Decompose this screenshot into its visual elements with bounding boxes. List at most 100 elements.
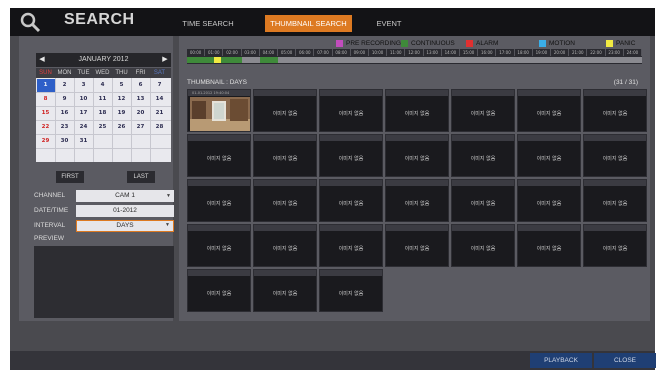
calendar-day[interactable]: 28 [151,121,169,134]
thumbnail-tile[interactable]: 이미지 없음 [253,179,317,222]
calendar-day[interactable]: 17 [75,107,93,120]
thumbnail-tile[interactable]: 이미지 없음 [385,134,449,177]
tab-thumbnail-search[interactable]: THUMBNAIL SEARCH [265,15,352,32]
calendar-day[interactable]: 7 [151,79,169,92]
thumbnail-timestamp [188,270,250,276]
calendar-day[interactable]: 31 [75,135,93,148]
calendar-day[interactable]: 15 [37,107,55,120]
calendar-day[interactable]: 9 [56,93,74,106]
calendar-day [113,135,131,148]
calendar-day[interactable]: 25 [94,121,112,134]
next-month-icon[interactable]: ▶ [159,53,171,67]
thumbnail-timestamp [452,135,514,141]
thumbnail-tile[interactable]: 이미지 없음 [253,89,317,132]
calendar-day[interactable]: 21 [151,107,169,120]
calendar-day[interactable]: 11 [94,93,112,106]
calendar-day[interactable]: 16 [56,107,74,120]
no-image-label: 이미지 없음 [404,111,430,117]
thumbnail-tile[interactable]: 이미지 없음 [583,224,647,267]
calendar-day[interactable]: 22 [37,121,55,134]
thumbnail-tile[interactable]: 이미지 없음 [253,269,317,312]
tab-time-search[interactable]: TIME SEARCH [178,15,238,32]
calendar-day[interactable]: 26 [113,121,131,134]
thumbnail-tile[interactable]: 이미지 없음 [253,134,317,177]
thumbnail-tile[interactable]: 이미지 없음 [187,269,251,312]
no-image-label: 이미지 없음 [338,246,364,252]
calendar-day[interactable]: 14 [151,93,169,106]
timeline-bar[interactable]: 00:00 01:00 02:00 03:00 04:00 05:00 06:00 07:00… [187,49,642,64]
calendar-day[interactable]: 30 [56,135,74,148]
prev-month-icon[interactable]: ◀ [36,53,48,67]
no-image-label: 이미지 없음 [206,246,232,252]
calendar-day [151,149,169,162]
thumbnail-tile[interactable]: 이미지 없음 [187,134,251,177]
legend-swatch [336,39,343,47]
timeline-track[interactable] [187,57,642,63]
thumbnail-tile[interactable]: 이미지 없음 [319,134,383,177]
datetime-field[interactable]: 01-2012 [76,205,174,217]
timeline-segment [214,57,222,63]
close-button[interactable]: CLOSE [594,353,656,368]
thumbnail-tile[interactable]: 이미지 없음 [451,134,515,177]
calendar-day[interactable]: 29 [37,135,55,148]
timeline-hour-label: 24:00 [624,49,642,56]
calendar-day[interactable]: 6 [132,79,150,92]
calendar-day[interactable]: 20 [132,107,150,120]
thumbnail-tile[interactable]: 이미지 없음 [319,224,383,267]
thumbnail-tile[interactable]: 이미지 없음 [517,179,581,222]
thumbnail-tile[interactable]: 이미지 없음 [187,224,251,267]
thumbnail-tile[interactable]: 이미지 없음 [187,179,251,222]
playback-button[interactable]: PLAYBACK [530,353,592,368]
tab-event-search[interactable]: EVENT SEARCH [360,15,418,45]
thumbnail-tile[interactable]: 이미지 없음 [517,224,581,267]
thumbnail-tile[interactable]: 이미지 없음 [319,269,383,312]
channel-select[interactable]: CAM 1 ▼ [76,190,174,202]
thumbnail-tile[interactable]: 이미지 없음 [385,89,449,132]
timeline-hour-label: 18:00 [515,49,533,56]
thumbnail-tile[interactable]: 이미지 없음 [385,224,449,267]
legend-label: MOTION [549,40,575,47]
calendar-day [132,149,150,162]
calendar-day[interactable]: 8 [37,93,55,106]
thumbnail-tile[interactable]: 이미지 없음 [517,134,581,177]
calendar-day[interactable]: 19 [113,107,131,120]
thumbnail-count: (31 / 31) [613,79,638,86]
calendar-day[interactable]: 10 [75,93,93,106]
thumbnail-tile[interactable]: 이미지 없음 [583,134,647,177]
calendar-day[interactable]: 23 [56,121,74,134]
calendar-day[interactable]: 27 [132,121,150,134]
thumbnail-tile[interactable]: 이미지 없음 [451,89,515,132]
calendar-day[interactable]: 3 [75,79,93,92]
thumbnail-tile[interactable]: 이미지 없음 [319,89,383,132]
thumbnail-timestamp [584,180,646,186]
last-button[interactable]: LAST [127,171,155,183]
thumbnail-tile[interactable]: 이미지 없음 [583,179,647,222]
thumbnail-tile[interactable]: 이미지 없음 [517,89,581,132]
timeline-hour-label: 06:00 [296,49,315,56]
calendar-day[interactable]: 2 [56,79,74,92]
weekday-label: MON [57,70,72,76]
interval-label: INTERVAL [34,222,66,229]
thumbnail-tile[interactable]: 이미지 없음 [583,89,647,132]
calendar-day[interactable]: 24 [75,121,93,134]
page-title: SEARCH [64,11,135,28]
first-button[interactable]: FIRST [56,171,84,183]
calendar-day[interactable]: 12 [113,93,131,106]
thumbnail-tile[interactable]: 이미지 없음 [319,179,383,222]
calendar-day[interactable]: 18 [94,107,112,120]
calendar-day[interactable]: 4 [94,79,112,92]
datetime-value: 01-2012 [113,207,137,214]
calendar-day[interactable]: 5 [113,79,131,92]
weekday-label: THU [115,70,128,76]
thumbnail-tile[interactable]: 이미지 없음 [385,179,449,222]
thumbnail-tile[interactable]: 이미지 없음 [253,224,317,267]
calendar-day[interactable]: 13 [132,93,150,106]
no-image-label: 이미지 없음 [272,201,298,207]
thumbnail-tile[interactable]: 이미지 없음 [451,179,515,222]
interval-select[interactable]: DAYS ▼ [76,220,174,232]
thumbnail-tile[interactable]: 이미지 없음 [451,224,515,267]
interval-value: DAYS [116,222,134,229]
calendar-day[interactable]: 1 [36,78,55,92]
thumbnail-tile[interactable]: 01-01-2012 19:40:04 [187,89,251,132]
preview-area [34,246,174,318]
